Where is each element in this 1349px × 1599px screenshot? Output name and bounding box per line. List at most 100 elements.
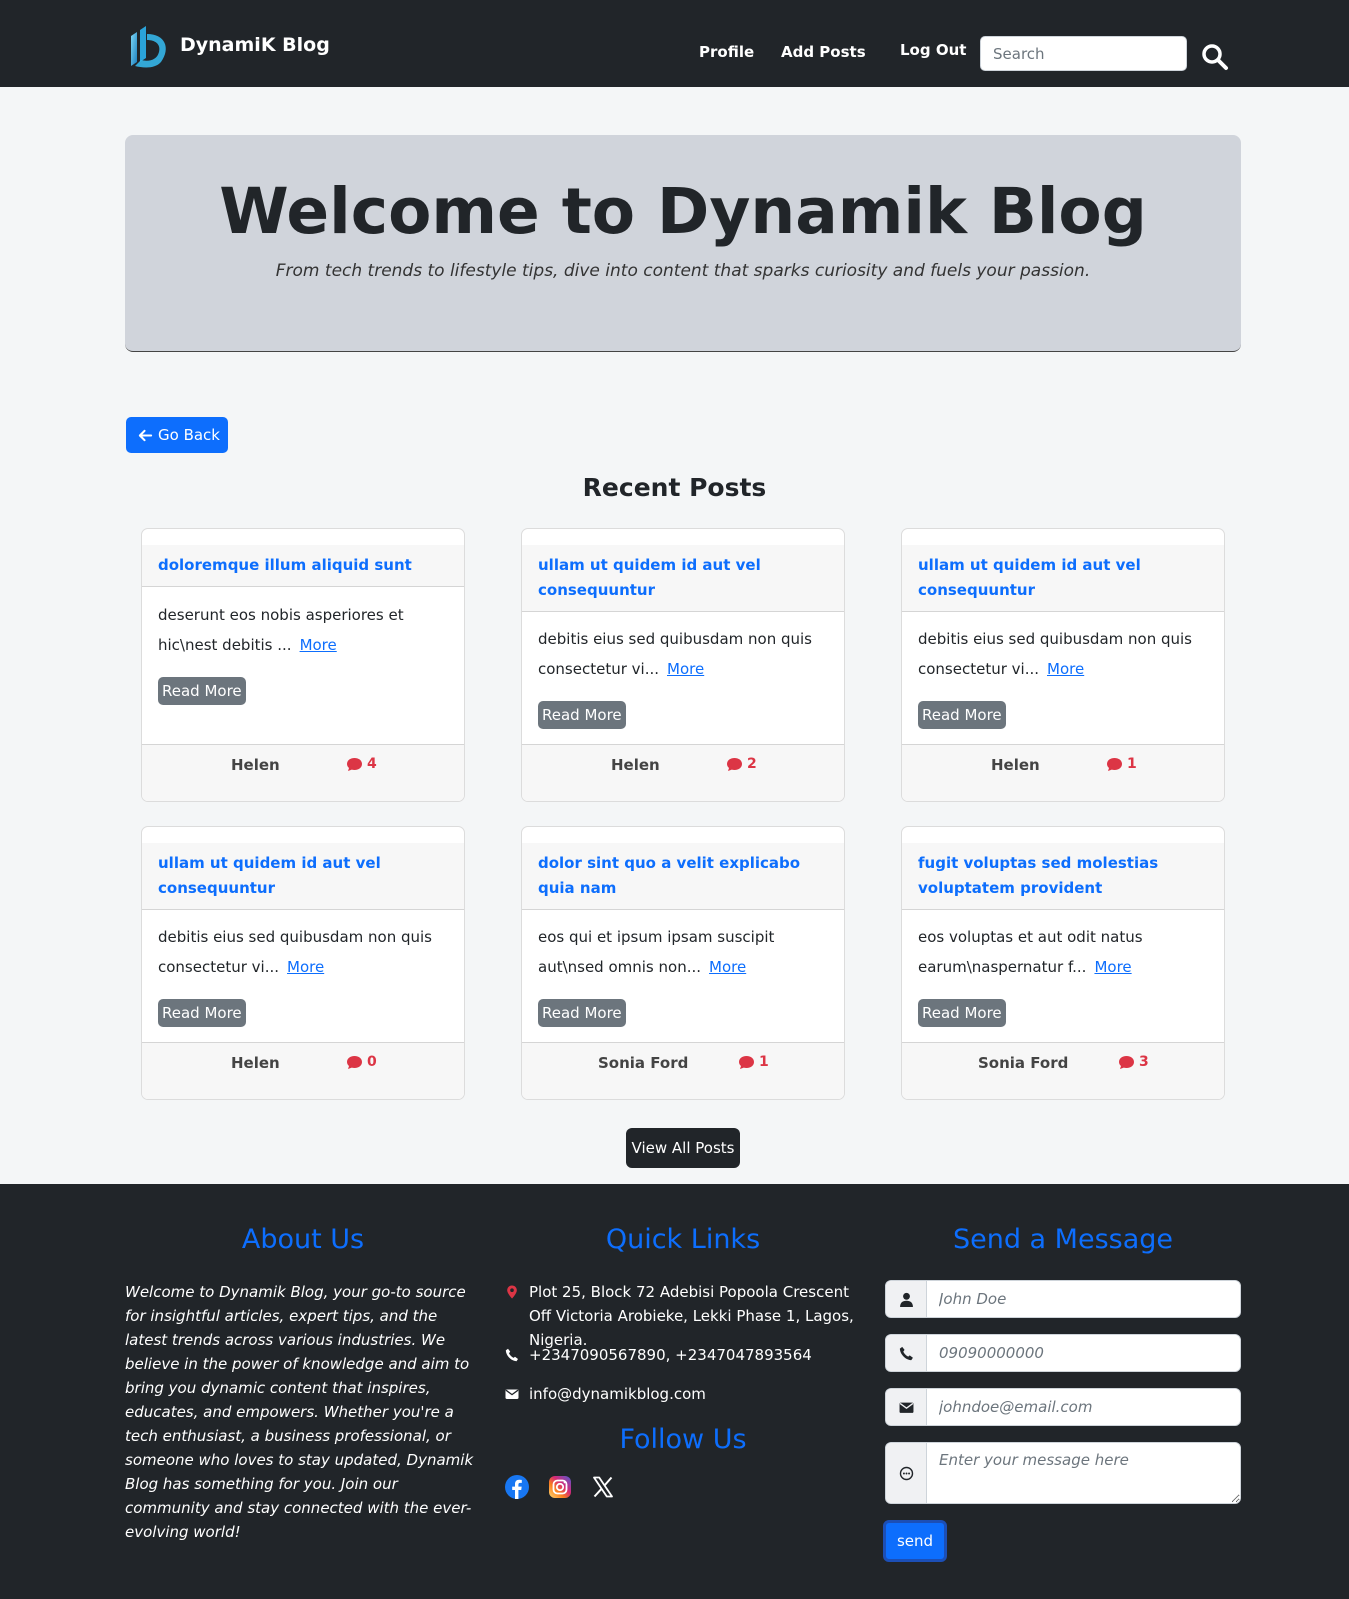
email-text[interactable]: info@dynamikblog.com: [529, 1382, 706, 1406]
card-footer: Sonia Ford 3: [902, 1042, 1224, 1099]
read-more-button[interactable]: Read More: [538, 701, 626, 729]
more-link[interactable]: More: [709, 958, 746, 976]
quick-links-heading: Quick Links: [605, 1224, 761, 1255]
address-line: Plot 25, Block 72 Adebisi Popoola Cresce…: [505, 1280, 865, 1352]
comment-icon: [739, 1055, 754, 1069]
comment-icon: [727, 757, 742, 771]
comment-count-value: 3: [1139, 1054, 1149, 1070]
read-more-button[interactable]: Read More: [918, 701, 1006, 729]
phone-icon-addon: [886, 1335, 927, 1371]
nav-logout-link[interactable]: Log Out: [900, 41, 966, 59]
phone-text: +2347090567890, +2347047893564: [529, 1346, 812, 1364]
message-input-group: [885, 1442, 1241, 1504]
brand[interactable]: DynamiK Blog: [125, 22, 330, 72]
send-button[interactable]: send: [883, 1520, 947, 1562]
go-back-button[interactable]: Go Back: [126, 417, 228, 453]
read-more-button[interactable]: Read More: [538, 999, 626, 1027]
card-header: fugit voluptas sed molestias voluptatem …: [902, 843, 1224, 910]
instagram-icon[interactable]: [547, 1474, 573, 1500]
post-title[interactable]: ullam ut quidem id aut vel consequuntur: [918, 553, 1208, 603]
comment-count-value: 0: [367, 1054, 377, 1070]
user-icon-addon: [886, 1281, 927, 1317]
comment-count[interactable]: 4: [346, 756, 377, 772]
name-field[interactable]: [927, 1281, 1240, 1317]
post-title[interactable]: doloremque illum aliquid sunt: [158, 553, 448, 578]
phone-icon: [505, 1348, 518, 1362]
comment-count[interactable]: 1: [1106, 756, 1137, 772]
comment-count-value: 1: [759, 1054, 769, 1070]
post-card: doloremque illum aliquid sunt deserunt e…: [141, 528, 465, 802]
comment-count[interactable]: 0: [346, 1054, 377, 1070]
post-author: Sonia Ford: [598, 1054, 689, 1072]
more-link[interactable]: More: [1047, 660, 1084, 678]
post-excerpt: eos qui et ipsum ipsam suscipit aut\nsed…: [538, 922, 830, 982]
post-title[interactable]: ullam ut quidem id aut vel consequuntur: [538, 553, 828, 603]
nav-add-posts-link[interactable]: Add Posts: [781, 43, 866, 61]
footer: About Us Welcome to Dynamik Blog, your g…: [0, 1184, 1349, 1599]
more-link[interactable]: More: [300, 636, 337, 654]
read-more-button[interactable]: Read More: [158, 999, 246, 1027]
post-card: dolor sint quo a velit explicabo quia na…: [521, 826, 845, 1100]
name-input-group: [885, 1280, 1241, 1318]
read-more-button[interactable]: Read More: [158, 677, 246, 705]
view-all-posts-button[interactable]: View All Posts: [626, 1128, 740, 1168]
hero-subtitle: From tech trends to lifestyle tips, dive…: [275, 261, 1091, 281]
post-title[interactable]: dolor sint quo a velit explicabo quia na…: [538, 851, 828, 901]
comment-icon: [1119, 1055, 1134, 1069]
card-footer: Helen 1: [902, 744, 1224, 801]
read-more-button[interactable]: Read More: [918, 999, 1006, 1027]
comment-icon: [347, 757, 362, 771]
message-field[interactable]: [927, 1443, 1240, 1503]
location-pin-icon: [507, 1285, 517, 1299]
hero-title: Welcome to Dynamik Blog: [219, 175, 1147, 248]
follow-us-heading: Follow Us: [619, 1424, 747, 1455]
envelope-icon-addon: [886, 1389, 927, 1425]
hero-banner: Welcome to Dynamik Blog From tech trends…: [125, 135, 1241, 352]
nav-profile-link[interactable]: Profile: [699, 43, 754, 61]
envelope-icon: [899, 1402, 913, 1413]
brand-logo-icon: [131, 26, 166, 68]
post-excerpt: debitis eius sed quibusdam non quis cons…: [538, 624, 830, 684]
post-excerpt: debitis eius sed quibusdam non quis cons…: [918, 624, 1210, 684]
comment-count-value: 1: [1127, 756, 1137, 772]
more-link[interactable]: More: [287, 958, 324, 976]
search-input[interactable]: [980, 36, 1187, 71]
search-icon[interactable]: [1200, 42, 1230, 72]
comment-icon: [347, 1055, 362, 1069]
comment-count[interactable]: 3: [1118, 1054, 1149, 1070]
comment-count-value: 2: [747, 756, 757, 772]
card-header: dolor sint quo a velit explicabo quia na…: [522, 843, 844, 910]
post-author: Helen: [991, 756, 1040, 774]
section-title: Recent Posts: [582, 473, 767, 502]
card-footer: Helen 4: [142, 744, 464, 801]
comment-icon: [1107, 757, 1122, 771]
envelope-icon: [505, 1389, 519, 1399]
post-title[interactable]: ullam ut quidem id aut vel consequuntur: [158, 851, 448, 901]
post-author: Helen: [611, 756, 660, 774]
comment-count[interactable]: 1: [738, 1054, 769, 1070]
more-link[interactable]: More: [1094, 958, 1131, 976]
post-excerpt: deserunt eos nobis asperiores et hic\nes…: [158, 600, 450, 660]
more-link[interactable]: More: [667, 660, 704, 678]
address-text: Plot 25, Block 72 Adebisi Popoola Cresce…: [529, 1283, 854, 1349]
card-footer: Helen 0: [142, 1042, 464, 1099]
email-line: info@dynamikblog.com: [505, 1382, 706, 1406]
post-card: ullam ut quidem id aut vel consequuntur …: [901, 528, 1225, 802]
comment-count[interactable]: 2: [726, 756, 757, 772]
card-footer: Helen 2: [522, 744, 844, 801]
post-author: Sonia Ford: [978, 1054, 1069, 1072]
comment-count-value: 4: [367, 756, 377, 772]
phone-input-group: [885, 1334, 1241, 1372]
post-card: ullam ut quidem id aut vel consequuntur …: [521, 528, 845, 802]
facebook-icon[interactable]: [504, 1474, 530, 1500]
post-excerpt: eos voluptas et aut odit natus earum\nas…: [918, 922, 1210, 982]
post-excerpt-text: deserunt eos nobis asperiores et hic\nes…: [158, 606, 404, 654]
email-field[interactable]: [927, 1389, 1240, 1425]
card-header: doloremque illum aliquid sunt: [142, 545, 464, 587]
post-title[interactable]: fugit voluptas sed molestias voluptatem …: [918, 851, 1208, 901]
post-card: fugit voluptas sed molestias voluptatem …: [901, 826, 1225, 1100]
send-message-heading: Send a Message: [952, 1224, 1174, 1255]
brand-name: DynamiK Blog: [180, 34, 330, 56]
phone-field[interactable]: [927, 1335, 1240, 1371]
x-icon[interactable]: [590, 1474, 616, 1500]
